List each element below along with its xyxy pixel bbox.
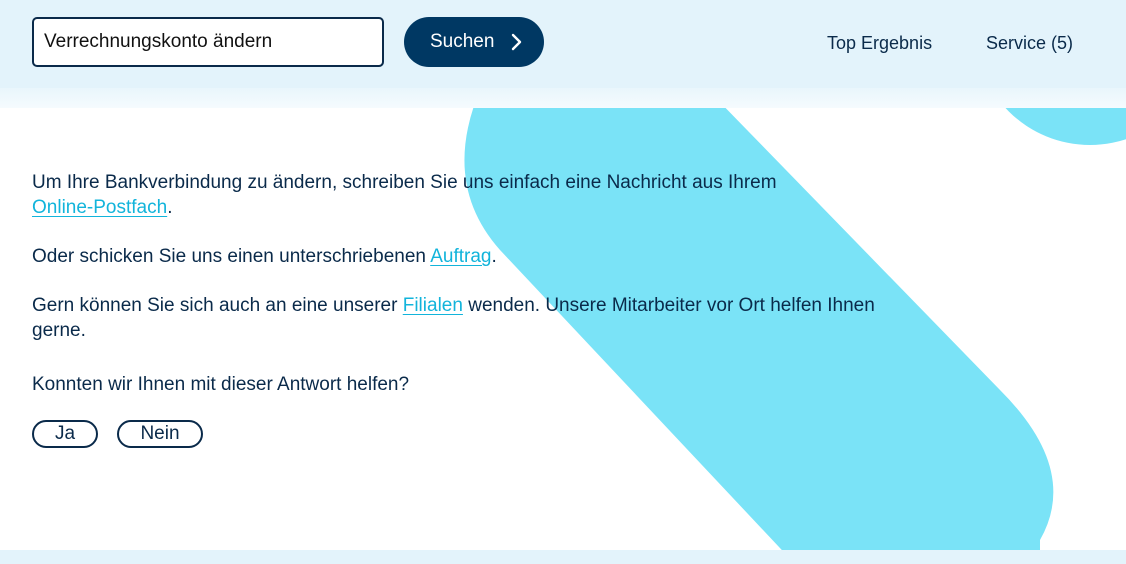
chevron-right-icon (511, 33, 522, 51)
feedback-no-button[interactable]: Nein (117, 420, 203, 448)
answer-text-2: Oder schicken Sie uns einen unterschrieb… (32, 246, 426, 267)
answer-paragraph-3: Gern können Sie sich auch an eine unsere… (32, 293, 892, 343)
search-header: Suchen Top Ergebnis Service (5) (0, 0, 1126, 88)
tab-service[interactable]: Service (5) (986, 33, 1073, 54)
header-divider (0, 88, 1126, 108)
search-button-label: Suchen (430, 31, 495, 52)
search-input[interactable] (32, 17, 384, 67)
tab-top-ergebnis[interactable]: Top Ergebnis (827, 33, 932, 54)
footer-strip (0, 550, 1126, 564)
feedback-question: Konnten wir Ihnen mit dieser Antwort hel… (32, 374, 410, 395)
answer-text-2-end: . (491, 246, 497, 267)
online-postfach-link[interactable]: Online-Postfach (32, 197, 167, 218)
page: Suchen Top Ergebnis Service (5) Um Ihre … (0, 0, 1126, 564)
search-button[interactable]: Suchen (404, 17, 544, 67)
answer-paragraph-2: Oder schicken Sie uns einen unterschrieb… (32, 244, 892, 269)
answer-text-3: Gern können Sie sich auch an eine unsere… (32, 295, 398, 316)
answer-text-1: Um Ihre Bankverbindung zu ändern, schrei… (32, 172, 777, 193)
feedback-yes-button[interactable]: Ja (32, 420, 98, 448)
auftrag-link[interactable]: Auftrag (430, 246, 491, 267)
answer-paragraph-1: Um Ihre Bankverbindung zu ändern, schrei… (32, 170, 892, 220)
filialen-link[interactable]: Filialen (403, 295, 463, 316)
answer-text-1-end: . (167, 197, 173, 218)
